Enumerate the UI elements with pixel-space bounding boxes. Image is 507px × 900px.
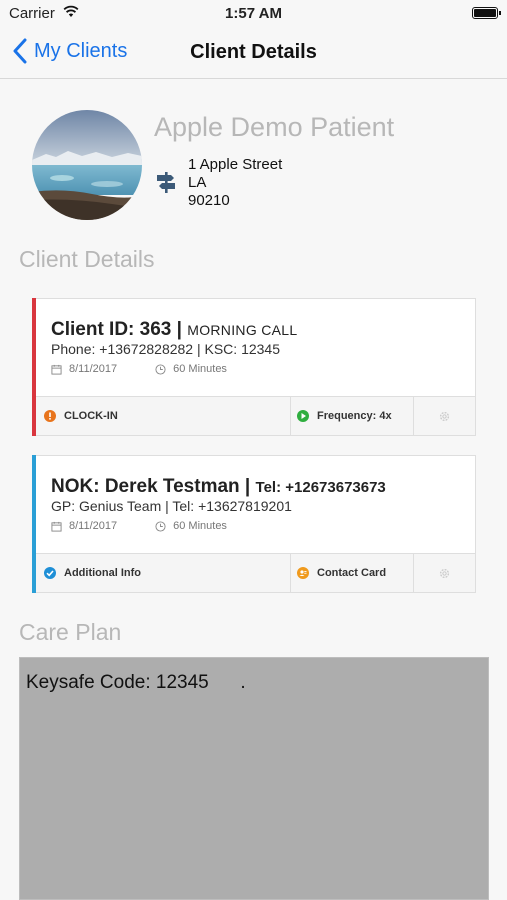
nok-date: 8/11/2017 xyxy=(69,520,118,532)
check-circle-icon xyxy=(44,567,56,579)
play-circle-icon xyxy=(297,410,309,422)
gear-icon xyxy=(439,411,450,421)
care-plan-heading: Care Plan xyxy=(19,619,122,645)
additional-info-label: Additional Info xyxy=(64,567,141,579)
calendar-icon xyxy=(51,364,62,375)
battery-icon xyxy=(472,7,501,19)
nok-card-meta: 8/11/2017 60 Minutes xyxy=(51,520,227,532)
care-plan-text: Keysafe Code: 12345 . xyxy=(26,672,246,693)
visit-card-meta: 8/11/2017 60 Minutes xyxy=(51,363,227,375)
call-type-label: MORNING CALL xyxy=(187,322,298,338)
signpost-icon xyxy=(157,172,175,193)
nok-card-title: NOK: Derek Testman | Tel: +12673673673 xyxy=(51,476,386,498)
client-details-heading: Client Details xyxy=(19,246,155,272)
clock-icon xyxy=(155,363,166,375)
visit-card-actions: CLOCK-IN Frequency: 4x xyxy=(36,396,475,435)
clock-icon xyxy=(155,520,166,532)
visit-date: 8/11/2017 xyxy=(69,363,118,375)
contact-card-button[interactable]: Contact Card xyxy=(291,554,414,592)
clock-in-button[interactable]: CLOCK-IN xyxy=(36,397,291,435)
frequency-label: Frequency: 4x xyxy=(317,410,392,422)
additional-info-button[interactable]: Additional Info xyxy=(36,554,291,592)
alert-circle-icon xyxy=(44,410,56,422)
visit-duration: 60 Minutes xyxy=(173,363,227,375)
nok-card[interactable]: NOK: Derek Testman | Tel: +12673673673 G… xyxy=(32,455,476,593)
nok-card-actions: Additional Info Contact Card xyxy=(36,553,475,592)
visit-settings-button[interactable] xyxy=(414,397,475,435)
nok-phone-label: Tel: +12673673673 xyxy=(255,479,386,496)
frequency-button[interactable]: Frequency: 4x xyxy=(291,397,414,435)
visit-card[interactable]: Client ID: 363 | MORNING CALL Phone: +13… xyxy=(32,298,476,436)
calendar-icon xyxy=(51,521,62,532)
clock-in-label: CLOCK-IN xyxy=(64,410,118,422)
nok-card-gp: GP: Genius Team | Tel: +13627819201 xyxy=(51,498,292,514)
patient-address: 1 Apple Street LA 90210 xyxy=(188,156,282,210)
patient-name: Apple Demo Patient xyxy=(154,112,395,142)
visit-card-title: Client ID: 363 | MORNING CALL xyxy=(51,319,297,341)
contact-card-icon xyxy=(297,567,309,579)
status-bar: Carrier 1:57 AM xyxy=(0,0,507,28)
gear-icon xyxy=(439,568,450,578)
nok-name-label: NOK: Derek Testman | xyxy=(51,476,251,497)
navigation-bar: My Clients Client Details xyxy=(0,28,507,79)
nok-duration: 60 Minutes xyxy=(173,520,227,532)
nok-settings-button[interactable] xyxy=(414,554,475,592)
address-line-3: 90210 xyxy=(188,192,230,209)
visit-card-contact: Phone: +13672828282 | KSC: 12345 xyxy=(51,341,280,357)
client-id-label: Client ID: 363 | xyxy=(51,319,182,340)
patient-avatar xyxy=(32,110,142,220)
address-line-2: LA xyxy=(188,174,207,191)
care-plan-textarea[interactable]: Keysafe Code: 12345 . xyxy=(19,657,489,900)
page-title: Client Details xyxy=(190,41,317,63)
contact-card-label: Contact Card xyxy=(317,567,387,579)
clock-time: 1:57 AM xyxy=(225,5,282,22)
address-line-1: 1 Apple Street xyxy=(188,156,283,173)
